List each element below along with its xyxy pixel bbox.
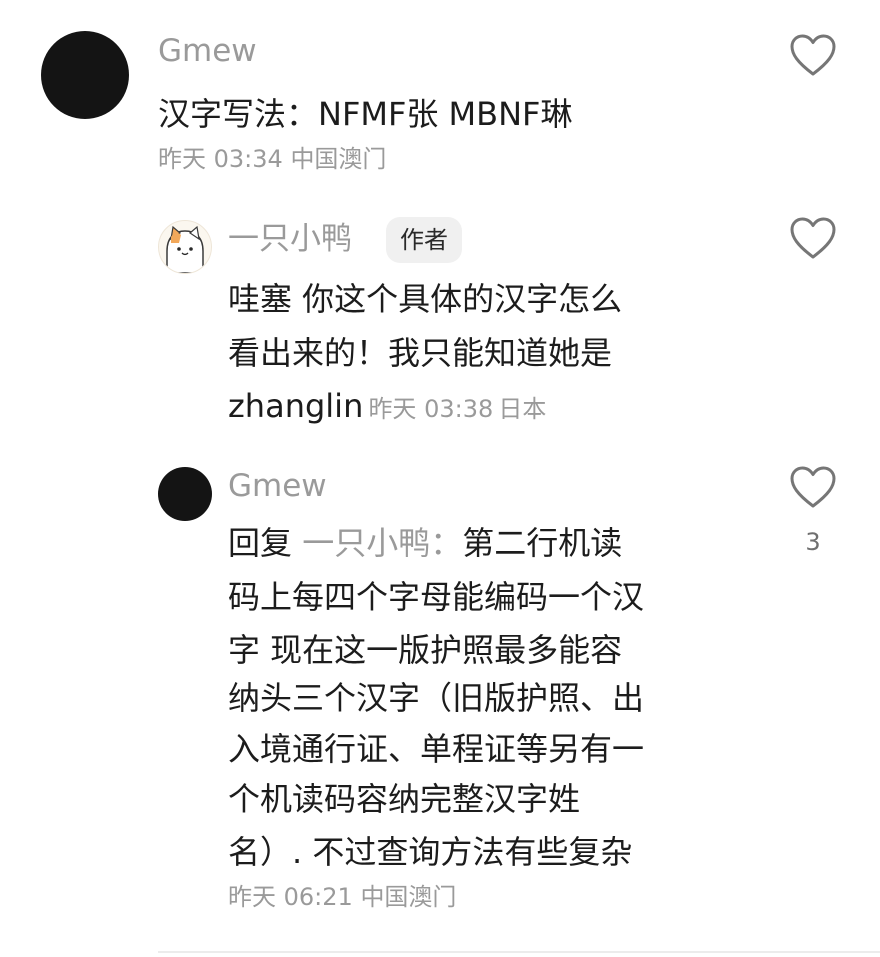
comment-location: 中国澳门 [290,145,387,173]
comment-text-line: 码上每四个字母能编码一个汉 [228,578,645,616]
heart-outline-icon [790,466,836,508]
heart-outline-icon [790,217,836,259]
comment-username[interactable]: Gmew [228,466,327,506]
reply-target-user[interactable]: 一只小鸭 [302,524,430,562]
heart-outline-icon [790,34,836,76]
comment-text-line: zhanglin [228,387,364,425]
author-badge: 作者 [386,217,462,263]
comment-text-line: 字 现在这一版护照最多能容 [228,631,623,669]
reply-prefix: 回复 [228,524,293,562]
comment-text-line: 名）. 不过查询方法有些复杂 [228,833,633,871]
comment-text: 第二行机读 [462,524,623,562]
like-count: 3 [805,528,821,556]
avatar[interactable] [158,467,212,521]
avatar[interactable] [158,220,212,274]
avatar[interactable] [41,31,129,119]
comment-meta: 昨天 03:34 中国澳门 [158,144,386,174]
comment-location: 日本 [498,395,547,423]
comment-time: 昨天 06:21 [228,883,353,911]
comment-text-line: 入境通行证、单程证等另有一 [228,730,645,768]
divider [158,951,880,953]
comment-last-line: zhanglin 昨天 03:38 日本 [228,381,546,432]
comment-text: 汉字写法：NFMF张 MBNF琳 [158,95,573,133]
like-button[interactable] [789,217,837,261]
comment-text-line: 纳头三个汉字（旧版护照、出 [228,679,645,717]
comment-meta: 昨天 06:21 中国澳门 [228,882,456,912]
cat-avatar-icon [166,225,204,273]
reply-separator: ： [430,524,463,562]
comment-text-line: 个机读码容纳完整汉字姓 [228,780,581,818]
like-button[interactable] [789,34,837,78]
comment-time: 昨天 03:34 [158,145,283,173]
comment-text-line: 看出来的！我只能知道她是 [228,334,613,372]
comment-text-line: 哇塞 你这个具体的汉字怎么 [228,280,623,318]
comment-time: 昨天 03:38 [368,395,494,423]
comment-username[interactable]: 一只小鸭 [228,219,352,259]
comment-first-line: 回复 一只小鸭：第二行机读 [228,518,622,569]
comment-location: 中国澳门 [360,883,457,911]
comment-username[interactable]: Gmew [158,31,257,71]
like-button[interactable] [789,466,837,510]
